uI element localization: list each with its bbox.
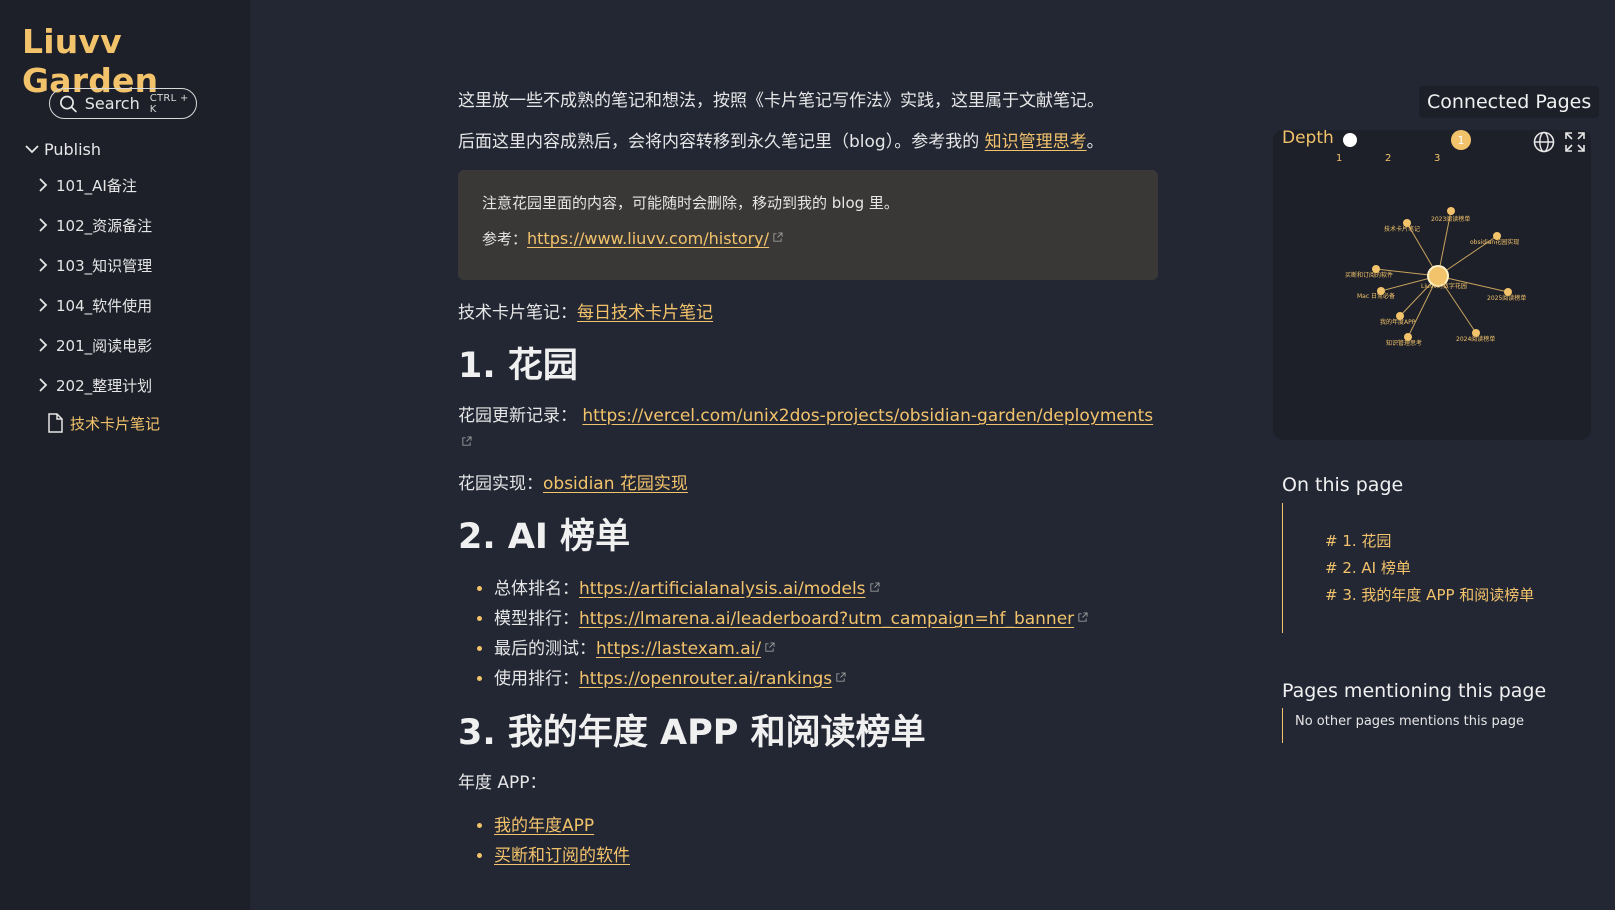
explorer-folder[interactable]: 102_资源备注 <box>36 205 244 245</box>
list-item: 最后的测试：https://lastexam.ai/ <box>494 634 1158 664</box>
chevron-right-icon <box>39 258 48 272</box>
toc-item[interactable]: # 2. AI 榜单 <box>1325 555 1582 582</box>
annual-link[interactable]: 我的年度APP <box>494 816 594 836</box>
list-item: 我的年度APP <box>494 811 1158 841</box>
toc-item[interactable]: # 3. 我的年度 APP 和阅读榜单 <box>1325 582 1582 609</box>
intro-paragraph-2: 后面这里内容成熟后，会将内容转移到永久笔记里（blog）。参考我的 知识管理思考… <box>458 129 1158 156</box>
list-item: 总体排名：https://artificialanalysis.ai/model… <box>494 574 1158 604</box>
graph-node-label: 2024阅读榜单 <box>1456 335 1495 343</box>
vercel-link[interactable]: https://vercel.com/unix2dos-projects/obs… <box>582 406 1153 426</box>
heading-annual: 3. 我的年度 APP 和阅读榜单 <box>458 713 926 753</box>
explorer-folder[interactable]: 104_软件使用 <box>36 285 244 325</box>
graph-title: Connected Pages <box>1419 86 1600 118</box>
knowledge-link[interactable]: 知识管理思考 <box>985 132 1087 152</box>
ai-link[interactable]: https://lastexam.ai/ <box>596 639 761 659</box>
garden-impl-label: 花园实现： <box>458 474 543 494</box>
graph-node-label: Mac 日常必备 <box>1357 292 1395 300</box>
graph-node-label: 技术卡片笔记 <box>1384 225 1420 233</box>
graph-node-label: 2025阅读榜单 <box>1487 294 1526 302</box>
folder-label: Publish <box>44 139 102 159</box>
external-link-icon <box>1078 612 1088 622</box>
intro-paragraph: 这里放一些不成熟的笔记和想法，按照《卡片笔记写作法》实践，这里属于文献笔记。 <box>458 91 1104 111</box>
search-label: Search <box>84 94 140 113</box>
external-link-icon <box>462 436 472 446</box>
garden-log-label: 花园更新记录： <box>458 406 577 426</box>
explorer-folder[interactable]: 101_AI备注 <box>36 165 244 205</box>
callout-ref: 参考：https://www.liuvv.com/history/ <box>482 228 1134 250</box>
history-link[interactable]: https://www.liuvv.com/history/ <box>527 229 769 248</box>
graph-node[interactable] <box>1447 207 1455 215</box>
item-label: 最后的测试： <box>494 639 596 659</box>
folder-label: 201_阅读电影 <box>56 336 153 355</box>
search-icon <box>60 95 77 112</box>
annual-list: 我的年度APP 买断和订阅的软件 <box>458 811 1158 871</box>
file-label: 技术卡片笔记 <box>70 414 161 433</box>
sidebar: Liuvv Garden Search CTRL + K Publish 101… <box>0 0 250 910</box>
explorer-file-current[interactable]: 技术卡片笔记 <box>46 405 244 441</box>
tech-link[interactable]: 每日技术卡片笔记 <box>577 303 713 323</box>
folder-label: 104_软件使用 <box>56 296 153 315</box>
explorer-folder-publish[interactable]: Publish <box>24 136 244 162</box>
search-shortcut: CTRL + K <box>149 92 189 115</box>
search-button[interactable]: Search CTRL + K <box>49 88 197 119</box>
graph-node-label: obsidian花园实现 <box>1470 238 1519 246</box>
chevron-right-icon <box>39 338 48 352</box>
garden-impl-link[interactable]: obsidian 花园实现 <box>543 474 688 494</box>
folder-label: 103_知识管理 <box>56 256 153 275</box>
toc-title: On this page <box>1282 474 1404 496</box>
graph-node-label: 知识管理思考 <box>1386 339 1422 347</box>
external-link-icon <box>869 582 880 592</box>
ai-link[interactable]: https://openrouter.ai/rankings <box>579 669 832 689</box>
chevron-right-icon <box>39 378 48 392</box>
list-item: 使用排行：https://openrouter.ai/rankings <box>494 664 1158 694</box>
toc-list: # 1. 花园 # 2. AI 榜单 # 3. 我的年度 APP 和阅读榜单 <box>1282 503 1582 633</box>
garden-log-paragraph: 花园更新记录： https://vercel.com/unix2dos-proj… <box>458 403 1158 457</box>
heading-ai: 2. AI 榜单 <box>458 517 631 557</box>
ai-link[interactable]: https://lmarena.ai/leaderboard?utm_campa… <box>579 609 1074 629</box>
toc-item[interactable]: # 1. 花园 <box>1325 528 1582 555</box>
callout-text: 注意花园里面的内容，可能随时会删除，移动到我的 blog 里。 <box>482 194 899 212</box>
explorer-folder[interactable]: 202_整理计划 <box>36 365 244 405</box>
folder-label: 102_资源备注 <box>56 216 153 235</box>
list-item: 买断和订阅的软件 <box>494 841 1158 871</box>
chevron-down-icon <box>25 145 39 154</box>
intro2-text: 后面这里内容成熟后，会将内容转移到永久笔记里（blog）。参考我的 <box>458 132 985 152</box>
item-label: 模型排行： <box>494 609 579 629</box>
item-label: 使用排行： <box>494 669 579 689</box>
graph-node-label: Liuvv的数字花园 <box>1421 282 1467 290</box>
item-label: 总体排名： <box>494 579 579 599</box>
ai-link[interactable]: https://artificialanalysis.ai/models <box>579 579 866 599</box>
external-link-icon <box>765 642 775 652</box>
garden-impl-paragraph: 花园实现：obsidian 花园实现 <box>458 471 1158 498</box>
annual-link[interactable]: 买断和订阅的软件 <box>494 846 630 866</box>
backlinks-empty: No other pages mentions this page <box>1282 708 1582 743</box>
tech-label: 技术卡片笔记： <box>458 303 577 323</box>
explorer-folder[interactable]: 201_阅读电影 <box>36 325 244 365</box>
connected-graph[interactable]: 2023阅读榜单 技术卡片笔记 obsidian花园实现 买断和订阅的软件 Li… <box>1273 130 1591 440</box>
annual-label: 年度 APP： <box>458 773 547 793</box>
explorer-tree: Publish 101_AI备注 102_资源备注 103_知识管理 104_软… <box>24 136 244 441</box>
chevron-right-icon <box>39 298 48 312</box>
heading-garden: 1. 花园 <box>458 346 578 386</box>
graph-node-label: 我的年度APP <box>1380 318 1416 326</box>
intro2-suffix: 。 <box>1086 132 1104 152</box>
chevron-right-icon <box>39 218 48 232</box>
graph-node-label: 2023阅读榜单 <box>1431 215 1470 223</box>
callout: 注意花园里面的内容，可能随时会删除，移动到我的 blog 里。 参考：https… <box>458 170 1158 280</box>
list-item: 模型排行：https://lmarena.ai/leaderboard?utm_… <box>494 604 1158 634</box>
ai-list: 总体排名：https://artificialanalysis.ai/model… <box>458 574 1158 694</box>
explorer-folder[interactable]: 103_知识管理 <box>36 245 244 285</box>
callout-ref-label: 参考： <box>482 230 528 248</box>
graph-node-label: 买断和订阅的软件 <box>1345 271 1393 279</box>
file-icon <box>48 413 63 433</box>
external-link-icon <box>773 232 783 242</box>
tech-paragraph: 技术卡片笔记：每日技术卡片笔记 <box>458 300 1158 327</box>
external-link-icon <box>836 672 846 682</box>
folder-label: 202_整理计划 <box>56 376 153 395</box>
article: 这里放一些不成熟的笔记和想法，按照《卡片笔记写作法》实践，这里属于文献笔记。 后… <box>458 80 1158 885</box>
chevron-right-icon <box>39 178 48 192</box>
backlinks-title: Pages mentioning this page <box>1282 680 1547 702</box>
folder-label: 101_AI备注 <box>56 176 137 195</box>
